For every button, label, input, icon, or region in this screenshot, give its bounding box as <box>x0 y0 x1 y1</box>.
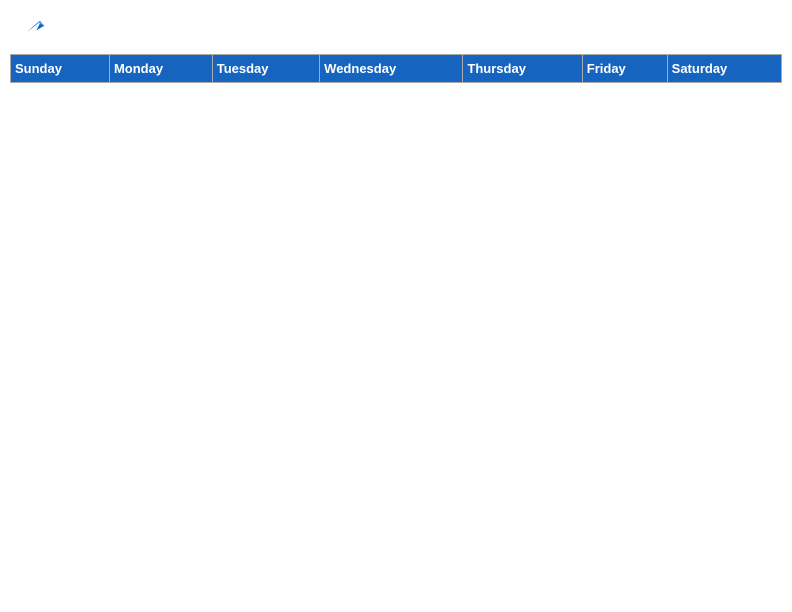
weekday-header-thursday: Thursday <box>463 55 582 83</box>
weekday-header-monday: Monday <box>109 55 212 83</box>
weekday-header-tuesday: Tuesday <box>212 55 319 83</box>
weekday-header-sunday: Sunday <box>11 55 110 83</box>
page-header <box>10 10 782 46</box>
weekday-header-saturday: Saturday <box>667 55 781 83</box>
logo-bird-icon <box>22 16 46 40</box>
calendar-header-row: SundayMondayTuesdayWednesdayThursdayFrid… <box>11 55 782 83</box>
weekday-header-wednesday: Wednesday <box>320 55 463 83</box>
calendar-table: SundayMondayTuesdayWednesdayThursdayFrid… <box>10 54 782 83</box>
weekday-header-friday: Friday <box>582 55 667 83</box>
logo <box>20 16 46 40</box>
